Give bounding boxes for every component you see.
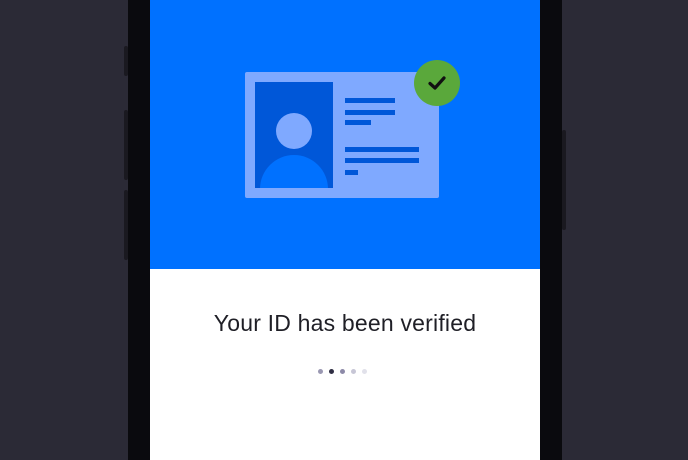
- id-photo-head: [276, 113, 312, 149]
- verified-badge: [414, 60, 460, 106]
- page-title: Your ID has been verified: [213, 310, 477, 336]
- carousel-dot-4[interactable]: [351, 369, 356, 374]
- carousel-dot-3[interactable]: [340, 369, 345, 374]
- id-text-line: [345, 170, 358, 175]
- id-text-line: [345, 110, 395, 115]
- carousel-dot-1[interactable]: [318, 369, 323, 374]
- canvas: Your ID has been verified: [0, 0, 688, 460]
- id-text-line: [345, 98, 395, 103]
- id-card-icon: [245, 72, 439, 198]
- id-photo: [255, 82, 333, 188]
- phone-screen: Your ID has been verified: [150, 0, 540, 460]
- id-text-line: [345, 120, 371, 125]
- checkmark-icon: [428, 76, 446, 90]
- id-photo-body: [260, 155, 328, 188]
- phone-power-button: [562, 130, 566, 230]
- carousel-indicator: [318, 369, 378, 375]
- hero-banner: [150, 0, 540, 269]
- id-text-line: [345, 147, 419, 152]
- id-text-line: [345, 158, 419, 163]
- carousel-dot-5[interactable]: [362, 369, 367, 374]
- carousel-dot-2-active[interactable]: [329, 369, 334, 374]
